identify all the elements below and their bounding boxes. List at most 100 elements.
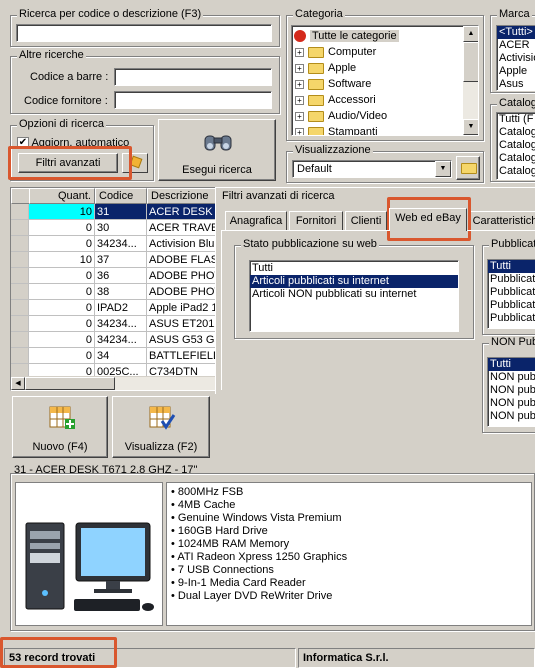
catalog-item[interactable]: Catalog [497, 165, 535, 178]
table-row[interactable]: 1031ACER DESK T67 [11, 204, 215, 220]
table-row[interactable]: 034BATTLEFIELD 2 [11, 348, 215, 364]
table-row[interactable]: 036ADOBE PHOTOS [11, 268, 215, 284]
grid-body: 1031ACER DESK T67030ACER TRAVELM034234..… [11, 204, 215, 380]
table-row[interactable]: 030ACER TRAVELM [11, 220, 215, 236]
brand-item[interactable]: ACER [497, 39, 535, 52]
row-indicator [11, 252, 29, 268]
brand-item[interactable]: Activision [497, 52, 535, 65]
other-search-title: Altre ricerche [17, 49, 86, 61]
published-item[interactable]: Tutti [488, 260, 535, 273]
expand-icon[interactable]: + [295, 111, 304, 121]
spec-item: • 4MB Cache [171, 499, 527, 512]
cell-quantity: 0 [29, 332, 95, 348]
published-item[interactable]: Pubblicato [488, 299, 535, 312]
expand-icon[interactable]: + [295, 79, 304, 89]
catalog-item[interactable]: Catalog [497, 126, 535, 139]
execute-search-button[interactable]: Esegui ricerca [158, 119, 276, 181]
row-indicator [11, 316, 29, 332]
category-tree[interactable]: Tutte le categorie + Computer + Apple + Sof… [291, 25, 479, 136]
scroll-down-icon[interactable]: ▼ [463, 119, 478, 135]
tree-item-software[interactable]: + Software [292, 76, 371, 92]
table-row[interactable]: 0IPAD2Apple iPad2 16 [11, 300, 215, 316]
not-published-item[interactable]: Tutti [488, 358, 535, 371]
tree-item-computer[interactable]: + Computer [292, 44, 376, 60]
published-item[interactable]: Pubblicato [488, 286, 535, 299]
cell-quantity: 0 [29, 236, 95, 252]
table-row[interactable]: 038ADOBE PHOTOS [11, 284, 215, 300]
not-published-list[interactable]: Tutti NON pubbl NON pubbl NON pubbl NON … [487, 357, 535, 427]
edit-grid-icon [149, 406, 176, 430]
web-status-item-selected[interactable]: Articoli pubblicati su internet [250, 275, 458, 288]
spec-item: • 7 USB Connections [171, 564, 527, 577]
new-item-button[interactable]: Nuovo (F4) [12, 396, 108, 458]
table-row[interactable]: 034234...ASUS ET2012AU [11, 316, 215, 332]
table-row[interactable]: 1037ADOBE FLASH C [11, 252, 215, 268]
web-status-item[interactable]: Tutti [250, 262, 458, 275]
folder-icon [461, 163, 477, 174]
catalog-item[interactable]: Catalog [497, 139, 535, 152]
category-scrollbar[interactable]: ▲ ▼ [463, 26, 478, 135]
grid-header-description[interactable]: Descrizione [147, 188, 215, 204]
auto-update-checkbox[interactable]: ✔ Aggiorn. automatico [17, 137, 130, 150]
advanced-filters-button[interactable]: Filtri avanzati [18, 153, 118, 173]
cell-description: ACER TRAVELM [147, 220, 215, 236]
catalog-list[interactable]: Tutti (F Catalog Catalog Catalog Catalog [496, 112, 535, 180]
desktop-computer-icon [25, 522, 154, 611]
brand-item[interactable]: <Tutti> [497, 26, 535, 39]
open-folder-button[interactable] [456, 156, 480, 180]
catalog-item[interactable]: Catalog [497, 152, 535, 165]
barcode-input[interactable] [114, 68, 272, 86]
view-select[interactable]: Default ▼ [292, 160, 452, 178]
tab-anagrafica[interactable]: Anagrafica [225, 211, 287, 231]
brand-item[interactable]: Apple [497, 65, 535, 78]
published-list[interactable]: Tutti Pubblicato Pubblicato Pubblicato P… [487, 259, 535, 329]
web-ebay-tab-page: Stato pubblicazione su web Tutti Articol… [221, 230, 535, 433]
expand-icon[interactable]: + [295, 95, 304, 105]
published-item[interactable]: Pubblicato [488, 273, 535, 286]
spec-item: • 160GB Hard Drive [171, 525, 527, 538]
tree-item-all[interactable]: Tutte le categorie [292, 28, 399, 44]
row-indicator [11, 284, 29, 300]
tab-web-ebay[interactable]: Web ed eBay [389, 208, 467, 231]
products-grid[interactable]: Quant. Codice Descrizione 10 31 ACER DESK … [10, 187, 216, 391]
tree-item-stampanti[interactable]: + Stampanti [292, 124, 378, 135]
catalog-item[interactable]: Tutti (F [497, 113, 535, 126]
brand-list[interactable]: <Tutti> ACER Activision Apple Asus [496, 25, 535, 91]
published-item[interactable]: Pubblicato [488, 312, 535, 325]
not-published-item[interactable]: NON pubbl [488, 371, 535, 384]
grid-horizontal-scrollbar[interactable]: ◀ [11, 376, 215, 390]
tree-item-apple[interactable]: + Apple [292, 60, 356, 76]
expand-icon[interactable]: + [295, 47, 304, 57]
filter-options-button[interactable] [122, 153, 148, 173]
cell-description: ADOBE PHOTOS [147, 284, 215, 300]
expand-icon[interactable]: + [295, 127, 304, 135]
not-published-item[interactable]: NON pubbl [488, 397, 535, 410]
not-published-item[interactable]: NON pubbl [488, 384, 535, 397]
supplier-code-input[interactable] [114, 91, 272, 109]
search-input[interactable] [16, 24, 272, 42]
web-status-list[interactable]: Tutti Articoli pubblicati su internet Ar… [249, 260, 459, 332]
tab-fornitori[interactable]: Fornitori [289, 211, 343, 231]
grid-header-quantity[interactable]: Quant. [29, 188, 95, 204]
table-row[interactable]: 0 34234... Activision Blur [11, 236, 215, 252]
scroll-thumb[interactable] [463, 42, 478, 82]
grid-header-code[interactable]: Codice [95, 188, 147, 204]
scroll-thumb[interactable] [25, 377, 115, 390]
spec-item: • ATI Radeon Xpress 1250 Graphics [171, 551, 527, 564]
auto-update-label: Aggiorn. automatico [31, 137, 130, 149]
expand-icon[interactable]: + [295, 63, 304, 73]
not-published-item[interactable]: NON pubbl [488, 410, 535, 423]
tab-caratteristiche[interactable]: Caratteristich [470, 211, 535, 231]
chevron-down-icon[interactable]: ▼ [435, 161, 451, 177]
tab-clienti[interactable]: Clienti [345, 211, 387, 231]
scroll-up-icon[interactable]: ▲ [463, 26, 478, 42]
tree-item-audio-video[interactable]: + Audio/Video [292, 108, 387, 124]
web-status-item[interactable]: Articoli NON pubblicati su internet [250, 288, 458, 301]
table-row[interactable]: 034234...ASUS G53 G53S [11, 332, 215, 348]
scroll-left-icon[interactable]: ◀ [11, 377, 25, 390]
execute-search-label: Esegui ricerca [182, 164, 252, 176]
brand-item[interactable]: Asus [497, 78, 535, 90]
tree-item-accessori[interactable]: + Accessori [292, 92, 376, 108]
add-grid-icon [49, 406, 75, 429]
view-item-button[interactable]: Visualizza (F2) [112, 396, 210, 458]
